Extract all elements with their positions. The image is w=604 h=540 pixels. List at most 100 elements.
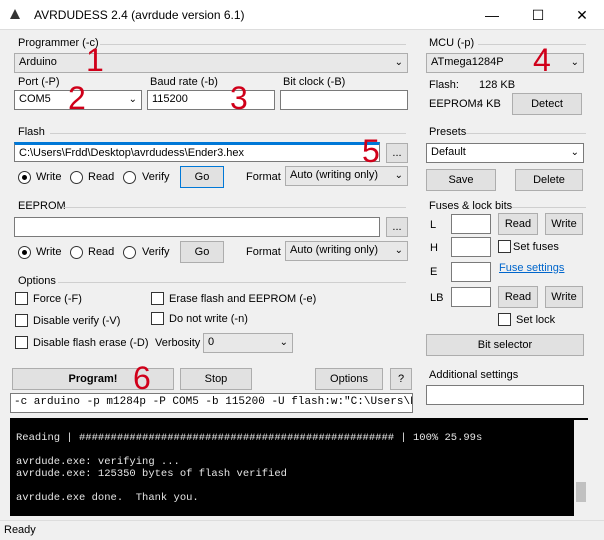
- mcu-flash-label: Flash:: [429, 79, 459, 91]
- force-label: Force (-F): [33, 293, 82, 305]
- divider: [100, 44, 406, 45]
- flash-browse-button[interactable]: ...: [386, 143, 408, 163]
- mcu-select[interactable]: ATmega1284P ⌄: [426, 53, 584, 73]
- flash-read-radio[interactable]: [70, 171, 83, 184]
- eeprom-browse-button[interactable]: ...: [386, 217, 408, 237]
- flash-format-label: Format: [246, 171, 281, 183]
- chevron-down-icon: ⌄: [394, 57, 403, 68]
- bitclock-input[interactable]: [280, 90, 408, 110]
- eeprom-format-label: Format: [246, 246, 281, 258]
- close-button[interactable]: ✕: [560, 0, 604, 30]
- status-bar: Ready: [0, 520, 604, 540]
- port-label: Port (-P): [18, 76, 60, 88]
- fuses-label: Fuses & lock bits: [429, 200, 513, 212]
- flash-format-select[interactable]: Auto (writing only) ⌄: [285, 166, 408, 186]
- fuse-l-read-button[interactable]: Read: [498, 213, 538, 235]
- eeprom-read-radio[interactable]: [70, 246, 83, 259]
- flash-go-button[interactable]: Go: [180, 166, 224, 188]
- flash-write-radio[interactable]: [18, 171, 31, 184]
- baud-input[interactable]: 115200: [147, 90, 275, 110]
- verbosity-value: 0: [208, 336, 215, 348]
- fuse-settings-link[interactable]: Fuse settings: [499, 262, 564, 274]
- eeprom-label: EEPROM: [18, 200, 66, 212]
- disable-flash-erase-label: Disable flash erase (-D): [33, 337, 149, 349]
- fuse-l-input[interactable]: [451, 214, 491, 234]
- chevron-down-icon: ⌄: [394, 170, 403, 181]
- set-fuses-checkbox[interactable]: [498, 240, 511, 253]
- port-value: COM5: [19, 93, 51, 105]
- eeprom-format-select[interactable]: Auto (writing only) ⌄: [285, 241, 408, 261]
- detect-button[interactable]: Detect: [512, 93, 582, 115]
- fuse-h-input[interactable]: [451, 237, 491, 257]
- mcu-eeprom-value: 4 KB: [477, 98, 501, 110]
- stop-button[interactable]: Stop: [180, 368, 252, 390]
- do-not-write-checkbox[interactable]: [151, 312, 164, 325]
- additional-settings-input[interactable]: [426, 385, 584, 405]
- fuse-lb-read-button[interactable]: Read: [498, 286, 538, 308]
- set-fuses-label: Set fuses: [513, 241, 559, 253]
- help-button[interactable]: ?: [390, 368, 412, 390]
- eeprom-write-label: Write: [36, 246, 62, 258]
- erase-label: Erase flash and EEPROM (-e): [169, 293, 317, 305]
- divider: [50, 133, 406, 134]
- fuse-lb-label: LB: [430, 292, 444, 304]
- eeprom-write-radio[interactable]: [18, 246, 31, 259]
- divider: [478, 44, 586, 45]
- do-not-write-label: Do not write (-n): [169, 313, 248, 325]
- flash-verify-label: Verify: [142, 171, 170, 183]
- flash-write-label: Write: [36, 171, 62, 183]
- console-line: avrdude.exe: verifying ...: [16, 456, 180, 468]
- scrollbar-thumb[interactable]: [576, 482, 586, 502]
- chevron-down-icon: ⌄: [279, 337, 288, 348]
- baud-label: Baud rate (-b): [150, 76, 218, 88]
- force-checkbox[interactable]: [15, 292, 28, 305]
- set-lock-checkbox[interactable]: [498, 313, 511, 326]
- fuse-l-write-button[interactable]: Write: [545, 213, 583, 235]
- console-line: avrdude.exe done. Thank you.: [16, 492, 199, 504]
- presets-label: Presets: [429, 126, 467, 138]
- erase-checkbox[interactable]: [151, 292, 164, 305]
- eeprom-format-value: Auto (writing only): [290, 244, 379, 256]
- eeprom-verify-radio[interactable]: [123, 246, 136, 259]
- verbosity-select[interactable]: 0 ⌄: [203, 333, 293, 353]
- fuse-e-input[interactable]: [451, 262, 491, 282]
- divider: [62, 207, 406, 208]
- minimize-button[interactable]: —: [470, 0, 514, 30]
- fuse-lb-write-button[interactable]: Write: [545, 286, 583, 308]
- fuse-l-label: L: [430, 219, 437, 231]
- preset-save-button[interactable]: Save: [426, 169, 496, 191]
- options-button[interactable]: Options: [315, 368, 383, 390]
- console-line: Reading | ##############################…: [16, 432, 483, 444]
- eeprom-go-button[interactable]: Go: [180, 241, 224, 263]
- flash-file-input[interactable]: C:\Users\Frdd\Desktop\avrdudess\Ender3.h…: [14, 142, 380, 162]
- disable-verify-checkbox[interactable]: [15, 314, 28, 327]
- chevron-down-icon: ⌄: [394, 245, 403, 256]
- fuse-lb-input[interactable]: [451, 287, 491, 307]
- annotation-number: 3: [230, 80, 248, 116]
- console-line: avrdude.exe: 125350 bytes of flash verif…: [16, 468, 287, 480]
- fuse-e-label: E: [430, 266, 438, 278]
- eeprom-verify-label: Verify: [142, 246, 170, 258]
- command-line-input[interactable]: -c arduino -p m1284p -P COM5 -b 115200 -…: [10, 393, 413, 413]
- disable-flash-erase-checkbox[interactable]: [15, 336, 28, 349]
- console-scrollbar[interactable]: [574, 420, 588, 516]
- flash-verify-radio[interactable]: [123, 171, 136, 184]
- programmer-value: Arduino: [19, 56, 57, 68]
- presets-select[interactable]: Default ⌄: [426, 143, 584, 163]
- chevron-down-icon: ⌄: [128, 94, 137, 105]
- annotation-number: 4: [533, 42, 551, 78]
- eeprom-file-input[interactable]: [14, 217, 380, 237]
- maximize-button[interactable]: ☐: [516, 0, 560, 30]
- flash-format-value: Auto (writing only): [290, 169, 379, 181]
- flash-read-label: Read: [88, 171, 115, 183]
- mcu-label: MCU (-p): [429, 37, 475, 49]
- options-label: Options: [18, 275, 56, 287]
- preset-delete-button[interactable]: Delete: [515, 169, 583, 191]
- chevron-down-icon: ⌄: [570, 57, 579, 68]
- mcu-value: ATmega1284P: [431, 56, 504, 68]
- bit-selector-button[interactable]: Bit selector: [426, 334, 584, 356]
- status-text: Ready: [4, 524, 36, 536]
- programmer-select[interactable]: Arduino ⌄: [14, 53, 408, 73]
- divider: [466, 133, 586, 134]
